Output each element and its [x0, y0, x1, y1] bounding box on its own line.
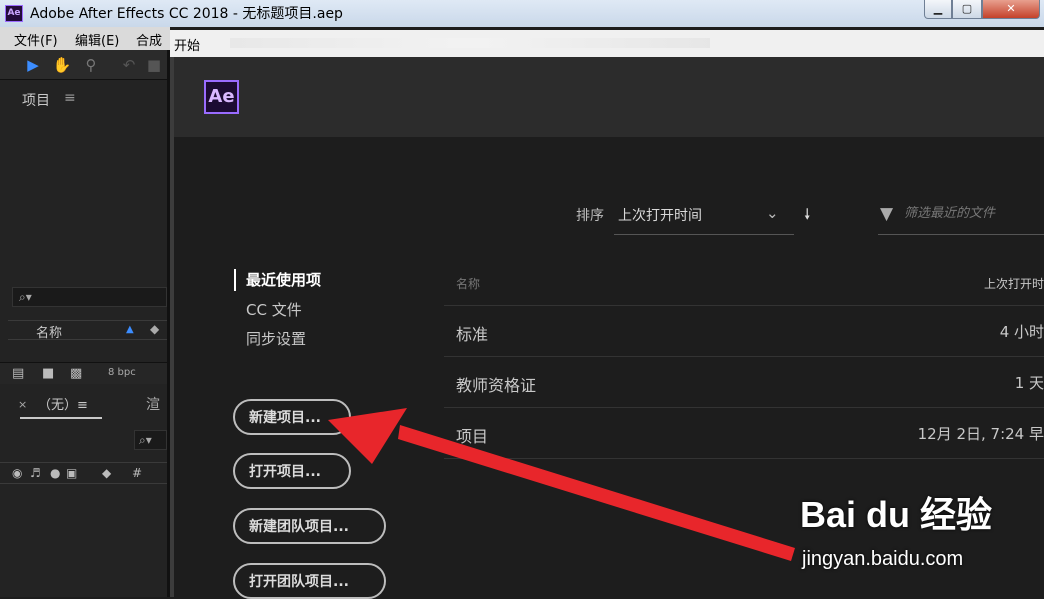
last-opened: 1 天 [1014, 374, 1044, 392]
table-header: 名称 上次打开时 [444, 257, 1044, 306]
last-opened: 12月 2日, 7:24 早 [917, 425, 1044, 443]
panel-menu-icon[interactable]: ≡ [64, 90, 76, 106]
hand-tool-icon[interactable]: ✋ [51, 54, 73, 76]
sort-value: 上次打开时间 [618, 208, 702, 224]
nav-recent[interactable]: 最近使用项 [246, 269, 321, 290]
rotate-tool-icon[interactable]: ↶ [118, 54, 140, 76]
sort-ascending-icon[interactable]: ▲ [126, 324, 134, 335]
open-team-project-button[interactable]: 打开团队项目... [233, 563, 386, 599]
window-titlebar: Ae Adobe After Effects CC 2018 - 无标题项目.a… [0, 0, 1044, 27]
filter-funnel-icon: ▼ [880, 204, 894, 224]
filter-recent-files: ▼ [878, 197, 1044, 235]
column-header-name[interactable]: 名称 [456, 275, 480, 292]
file-name: 项目 [456, 427, 489, 446]
open-project-button[interactable]: 打开项目... [233, 453, 351, 489]
filter-input[interactable] [904, 206, 1044, 221]
zoom-tool-icon[interactable]: ⚲ [80, 54, 102, 76]
project-column-header: 名称 ▲ ◆ [8, 320, 167, 341]
table-row[interactable]: 项目 12月 2日, 7:24 早 [444, 408, 1044, 459]
menu-composition[interactable]: 合成 [136, 30, 162, 49]
render-queue-tab[interactable]: 渲 [146, 394, 160, 414]
file-name: 教师资格证 [456, 376, 537, 395]
left-workspace: ▶ ✋ ⚲ ↶ ■ 项目 ≡ ⌕▾ 名称 ▲ ◆ ▤ ■ ▩ 8 bpc × （… [0, 50, 170, 597]
timeline-panel: × （无）≡ 渲 ⌕▾ ◉ ♬ ● ▣ ◆ # [0, 386, 167, 597]
sort-label: 排序 [576, 208, 604, 224]
layer-switches-header: ◉ ♬ ● ▣ ◆ # [0, 462, 167, 484]
maximize-button[interactable]: ▢ [952, 0, 982, 19]
selection-tool-icon[interactable]: ▶ [22, 54, 44, 76]
last-opened: 4 小时 [999, 323, 1044, 341]
column-header-time[interactable]: 上次打开时 [984, 275, 1044, 292]
lock-icon[interactable]: ▣ [66, 466, 77, 480]
table-row[interactable]: 标准 4 小时 [444, 306, 1044, 357]
after-effects-logo: Ae [204, 80, 239, 114]
tab-close-icon[interactable]: × [18, 398, 27, 411]
sort-direction-arrow-down-icon[interactable]: 🠗 [804, 204, 810, 229]
layer-number-hash: # [132, 466, 143, 480]
baidu-watermark: Bai du 经验 jingyan.baidu.com [800, 486, 1040, 586]
active-tab-indicator [20, 417, 102, 419]
watermark-url: jingyan.baidu.com [802, 548, 964, 570]
project-search-input[interactable]: ⌕▾ [12, 287, 167, 307]
close-button[interactable]: ✕ [982, 0, 1040, 19]
chevron-down-icon: ⌄ [766, 204, 779, 222]
label-tag-icon[interactable]: ◆ [150, 322, 159, 336]
start-tab-label[interactable]: 开始 [174, 35, 200, 54]
blurred-background [230, 38, 710, 48]
timeline-search-input[interactable]: ⌕▾ [134, 430, 167, 450]
menu-bar: 文件(F) 编辑(E) 合成 [0, 27, 170, 50]
new-project-button[interactable]: 新建项目... [233, 399, 351, 435]
dialog-header: Ae [174, 57, 1044, 137]
menu-edit[interactable]: 编辑(E) [75, 30, 119, 49]
nav-sync-settings[interactable]: 同步设置 [246, 328, 306, 349]
tool-bar: ▶ ✋ ⚲ ↶ ■ [0, 50, 167, 80]
new-team-project-button[interactable]: 新建团队项目... [233, 508, 386, 544]
column-name[interactable]: 名称 [36, 322, 62, 341]
start-dialog-tab: 开始 [170, 30, 1044, 57]
table-row[interactable]: 教师资格证 1 天 [444, 357, 1044, 408]
timeline-tab[interactable]: （无）≡ [38, 394, 88, 413]
interpret-footage-icon[interactable]: ▤ [12, 366, 24, 381]
project-panel: 项目 ≡ ⌕▾ 名称 ▲ ◆ [8, 90, 167, 400]
label-icon[interactable]: ◆ [102, 466, 111, 480]
project-footer: ▤ ■ ▩ 8 bpc [0, 362, 167, 384]
eye-icon[interactable]: ◉ [12, 466, 22, 480]
camera-tool-icon[interactable]: ■ [143, 54, 165, 76]
baidu-logo: Bai du 经验 [800, 494, 993, 535]
app-icon: Ae [5, 5, 23, 22]
window-title: Adobe After Effects CC 2018 - 无标题项目.aep [30, 6, 343, 22]
file-name: 标准 [456, 325, 489, 344]
active-nav-indicator [234, 269, 236, 291]
sort-dropdown[interactable]: 上次打开时间 ⌄ [614, 197, 794, 235]
nav-cc-files[interactable]: CC 文件 [246, 299, 302, 320]
audio-icon[interactable]: ♬ [30, 466, 41, 480]
solo-icon[interactable]: ● [50, 466, 60, 480]
bit-depth-indicator[interactable]: 8 bpc [108, 367, 136, 378]
new-folder-icon[interactable]: ■ [42, 366, 54, 381]
menu-file[interactable]: 文件(F) [14, 30, 58, 49]
new-composition-icon[interactable]: ▩ [70, 366, 82, 381]
project-panel-title[interactable]: 项目 [22, 90, 50, 110]
minimize-button[interactable]: ▁ [924, 0, 952, 19]
